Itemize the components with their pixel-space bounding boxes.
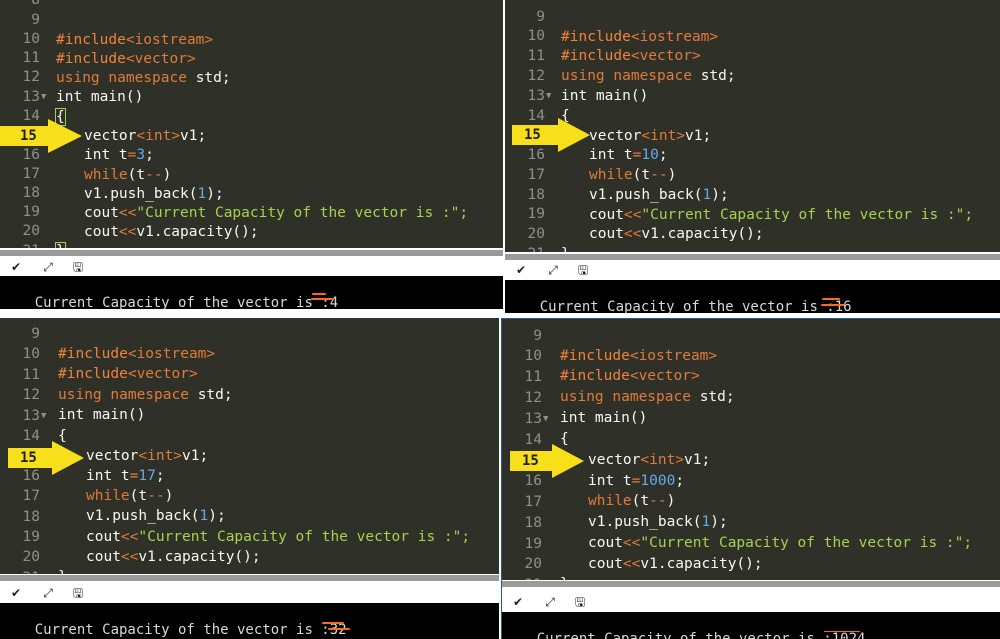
underline-annotation [311,298,333,300]
expand-icon[interactable]: ⤢ [542,595,558,609]
underline-annotation [824,631,860,632]
line-number: 20 [22,549,40,565]
horizontal-scrollbar[interactable] [0,575,499,581]
console-text: Current Capacity of the vector is : [539,299,835,313]
clear-icon[interactable]: 🖫 [572,595,588,609]
line-number: 12 [524,390,542,406]
line-number: 21 [0,241,40,248]
fold-toggle-icon[interactable]: ▼ [41,406,46,426]
horizontal-scrollbar[interactable] [0,250,503,256]
clear-icon[interactable]: 🖫 [575,263,591,277]
line-number: 19 [22,529,40,545]
underline-annotation [312,293,326,295]
fold-toggle-icon[interactable]: ▼ [41,87,46,107]
console-output: Current Capacity of the vector is :16 [505,280,1000,313]
line-number: 19 [527,206,545,222]
line-number: 21 [505,244,545,252]
panel-top-left: 8 9 #include<iostream> 10 #include<vecto… [0,0,503,309]
underline-annotation [822,298,840,300]
console-toolbar: ✔ ⤢ 🖫 [505,260,1000,280]
line-number: 10 [22,346,40,362]
line-number: 18 [22,185,40,201]
line-number: 13 [22,89,40,105]
line-number: 11 [524,369,542,385]
collapse-icon[interactable]: ✔ [513,263,529,277]
console-text: Current Capacity of the vector is : [536,631,832,639]
expand-icon[interactable]: ⤢ [40,260,56,274]
line-number: 17 [524,494,542,510]
arrow-line-number: 15 [524,127,541,143]
collapse-icon[interactable]: ✔ [510,595,526,609]
line-number: 17 [22,166,40,182]
console-toolbar: ✔ ⤢ 🖫 [0,257,503,277]
fold-toggle-icon[interactable]: ▼ [543,409,548,429]
line-number: 8 [31,0,40,8]
console-text: Current Capacity of the vector is : [34,622,330,638]
line-number: 18 [524,515,542,531]
expand-icon[interactable]: ⤢ [545,263,561,277]
line-number: 18 [527,187,545,203]
console-text: Current Capacity of the vector is : [34,295,330,309]
line-number: 19 [524,536,542,552]
arrow-annotation [0,119,82,153]
line-number: 9 [31,12,40,28]
underline-annotation [821,304,845,306]
collapse-icon[interactable]: ✔ [8,260,24,274]
fold-toggle-icon[interactable]: ▼ [546,86,551,106]
line-number: 20 [22,223,40,239]
panel-bottom-right: 9 #include<iostream> 10 #include<vector>… [501,318,1000,639]
line-number: 18 [22,509,40,525]
line-number: 11 [22,50,40,66]
line-number: 13 [22,408,40,424]
line-number: 9 [536,9,545,25]
line-number: 17 [22,488,40,504]
line-number: 17 [527,167,545,183]
underline-annotation [322,622,344,624]
console-output: Current Capacity of the vector is :32 [0,603,499,639]
console-toolbar: ✔ ⤢ 🖫 [502,592,1000,612]
line-number: 13 [524,411,542,427]
arrow-line-number: 15 [20,128,37,144]
line-number: 13 [527,88,545,104]
panel-bottom-left: 9 #include<iostream> 10 #include<vector>… [0,318,499,639]
panel-top-right: 9 #include<iostream> 10 #include<vector>… [505,0,1000,313]
console-value: 1024 [831,631,866,639]
console-output: Current Capacity of the vector is :1024 [502,612,1000,639]
line-number: 10 [524,348,542,364]
line-number: 20 [527,226,545,242]
line-number: 21 [502,575,542,580]
horizontal-scrollbar[interactable] [502,581,1000,587]
line-number: 20 [524,556,542,572]
line-number: 9 [31,326,40,342]
expand-icon[interactable]: ⤢ [40,586,56,600]
clear-icon[interactable]: 🖫 [70,586,86,600]
line-number: 12 [527,68,545,84]
collapse-icon[interactable]: ✔ [8,586,24,600]
line-number: 19 [22,204,40,220]
console-value: 32 [329,622,347,638]
console-toolbar: ✔ ⤢ 🖫 [0,583,499,603]
console-value: 16 [834,299,852,313]
line-number: 12 [22,69,40,85]
line-number: 10 [527,28,545,44]
underline-annotation [328,628,350,630]
arrow-line-number: 15 [522,453,539,469]
line-number: 11 [527,48,545,64]
arrow-line-number: 15 [20,450,37,466]
console-output: Current Capacity of the vector is :4 [0,276,503,309]
line-number: 12 [22,387,40,403]
line-number: 21 [0,568,40,574]
line-number: 11 [22,367,40,383]
clear-icon[interactable]: 🖫 [70,260,86,274]
line-number: 9 [533,328,542,344]
line-number: 10 [22,31,40,47]
